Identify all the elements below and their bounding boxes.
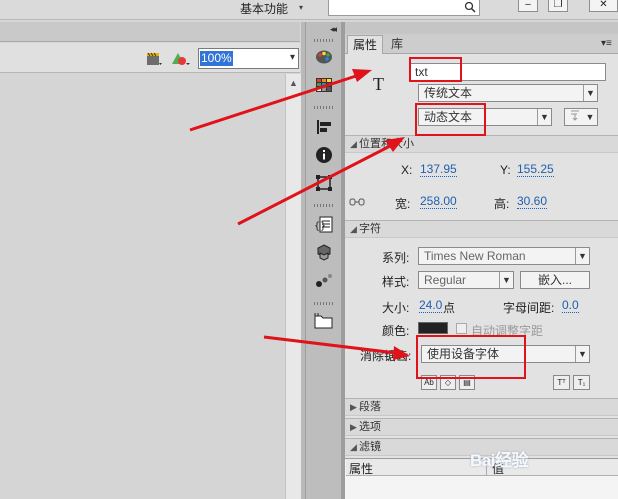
edit-symbols-icon[interactable] <box>170 50 192 68</box>
color-label: 颜色: <box>382 324 410 338</box>
zoom-value[interactable]: 100% <box>200 51 233 66</box>
dock-grip[interactable] <box>314 302 334 305</box>
help-search-input[interactable] <box>328 0 480 16</box>
height-label: 高: <box>494 197 510 211</box>
subscript-button[interactable]: T₁ <box>573 375 590 390</box>
font-family-value: Times New Roman <box>424 249 526 263</box>
chevron-down-icon[interactable]: ▼ <box>583 109 597 125</box>
edit-scene-icon[interactable] <box>145 50 163 68</box>
tab-library[interactable]: 库 <box>386 35 408 54</box>
watermark-logo: Bai经验 <box>470 451 528 470</box>
stage-canvas[interactable] <box>0 74 285 499</box>
workspace-dropdown-icon[interactable]: ▾ <box>299 3 303 12</box>
font-family-select[interactable]: Times New Roman ▼ <box>418 247 590 265</box>
scroll-up-icon[interactable]: ▲ <box>289 78 298 88</box>
section-paragraph[interactable]: ▶ 段落 <box>345 398 618 416</box>
highlight-box-instance-name <box>409 57 462 82</box>
section-expanded-icon[interactable]: ◢ <box>345 439 359 455</box>
document-tab-bar <box>0 22 300 42</box>
width-value[interactable]: 258.00 <box>420 195 457 209</box>
search-icon <box>464 1 476 13</box>
letter-spacing-value[interactable]: 0.0 <box>562 299 579 313</box>
letter-spacing-label: 字母间距: <box>503 301 555 315</box>
minimize-button[interactable]: – <box>518 0 538 12</box>
tab-properties[interactable]: 属性 <box>347 35 384 54</box>
section-character[interactable]: ◢ 字符 <box>345 220 618 238</box>
text-orientation-icon <box>571 110 579 121</box>
chevron-down-icon[interactable]: ▼ <box>537 109 551 125</box>
text-engine-value: 传统文本 <box>424 86 473 100</box>
code-snippets-icon[interactable]: {} <box>312 214 336 236</box>
section-position-size[interactable]: ◢ 位置和大小 <box>345 135 618 153</box>
font-size-label: 大小: <box>382 301 410 315</box>
height-value[interactable]: 30.60 <box>517 195 548 209</box>
auto-kern-checkbox[interactable] <box>456 323 467 334</box>
x-value[interactable]: 137.95 <box>420 163 457 177</box>
text-engine-select[interactable]: 传统文本 ▼ <box>418 84 598 102</box>
swatches-panel-icon[interactable] <box>312 74 336 96</box>
section-expanded-icon[interactable]: ◢ <box>345 136 359 152</box>
workspace-switcher[interactable]: 基本功能 <box>240 0 288 17</box>
section-collapsed-icon[interactable]: ▶ <box>345 419 359 435</box>
x-label: X: <box>401 163 413 177</box>
font-family-label: 系列: <box>382 251 410 265</box>
font-style-label: 样式: <box>382 275 410 289</box>
font-size-unit: 点 <box>443 301 456 315</box>
dock-grip[interactable] <box>314 39 334 42</box>
y-label: Y: <box>500 163 511 177</box>
panel-title-strip <box>345 22 618 34</box>
superscript-button[interactable]: Tᵀ <box>553 375 570 390</box>
dock-grip[interactable] <box>314 106 334 109</box>
text-direction-select[interactable]: ▼ <box>564 108 598 126</box>
highlight-box-antialias <box>416 335 526 379</box>
highlight-box-text-type <box>415 103 486 136</box>
components-panel-icon[interactable] <box>312 242 336 264</box>
dock-grip[interactable] <box>314 204 334 207</box>
motion-presets-icon[interactable] <box>312 269 336 291</box>
section-expanded-icon[interactable]: ◢ <box>345 221 359 237</box>
chevron-down-icon[interactable]: ▾ <box>290 52 295 63</box>
section-collapsed-icon[interactable]: ▶ <box>345 399 359 415</box>
y-value[interactable]: 155.25 <box>517 163 554 177</box>
vertical-scrollbar[interactable]: ▲ <box>285 74 301 499</box>
chevron-down-icon[interactable]: ▼ <box>499 272 513 288</box>
zoom-combobox[interactable]: 100% ▾ <box>198 48 299 69</box>
collapse-panels-icon[interactable]: ◂◂ <box>330 24 337 35</box>
chevron-down-icon[interactable]: ▼ <box>583 85 597 101</box>
section-title: 位置和大小 <box>359 138 414 150</box>
close-button[interactable]: ✕ <box>589 0 618 12</box>
panel-icon-dock: {} <box>305 22 342 499</box>
section-options[interactable]: ▶ 选项 <box>345 418 618 436</box>
font-style-value: Regular <box>424 273 467 287</box>
section-title: 段落 <box>359 401 381 413</box>
color-panel-icon[interactable] <box>312 46 336 68</box>
chevron-down-icon[interactable]: ▼ <box>575 248 589 264</box>
embed-button[interactable]: 嵌入... <box>520 271 590 289</box>
chevron-down-icon[interactable]: ▼ <box>575 346 589 362</box>
project-panel-icon[interactable] <box>312 310 336 332</box>
restore-button[interactable]: ❐ <box>548 0 568 12</box>
lock-proportions-icon[interactable] <box>349 196 365 208</box>
info-panel-icon[interactable] <box>312 144 336 166</box>
section-title: 字符 <box>359 223 381 235</box>
section-title: 滤镜 <box>359 441 381 453</box>
text-color-swatch[interactable] <box>418 322 448 334</box>
transform-panel-icon[interactable] <box>312 172 336 194</box>
width-label: 宽: <box>395 197 411 211</box>
font-size-value[interactable]: 24.0 <box>419 299 443 313</box>
panel-menu-icon[interactable]: ▾≡ <box>601 38 612 49</box>
font-style-select[interactable]: Regular ▼ <box>418 271 514 289</box>
section-title: 选项 <box>359 421 381 433</box>
antialias-label: 消除锯齿: <box>360 349 412 363</box>
text-tool-icon: T <box>373 74 384 94</box>
column-header-property[interactable]: 属性 <box>349 460 373 477</box>
align-panel-icon[interactable] <box>312 116 336 138</box>
svg-text:{}: {} <box>314 221 326 232</box>
